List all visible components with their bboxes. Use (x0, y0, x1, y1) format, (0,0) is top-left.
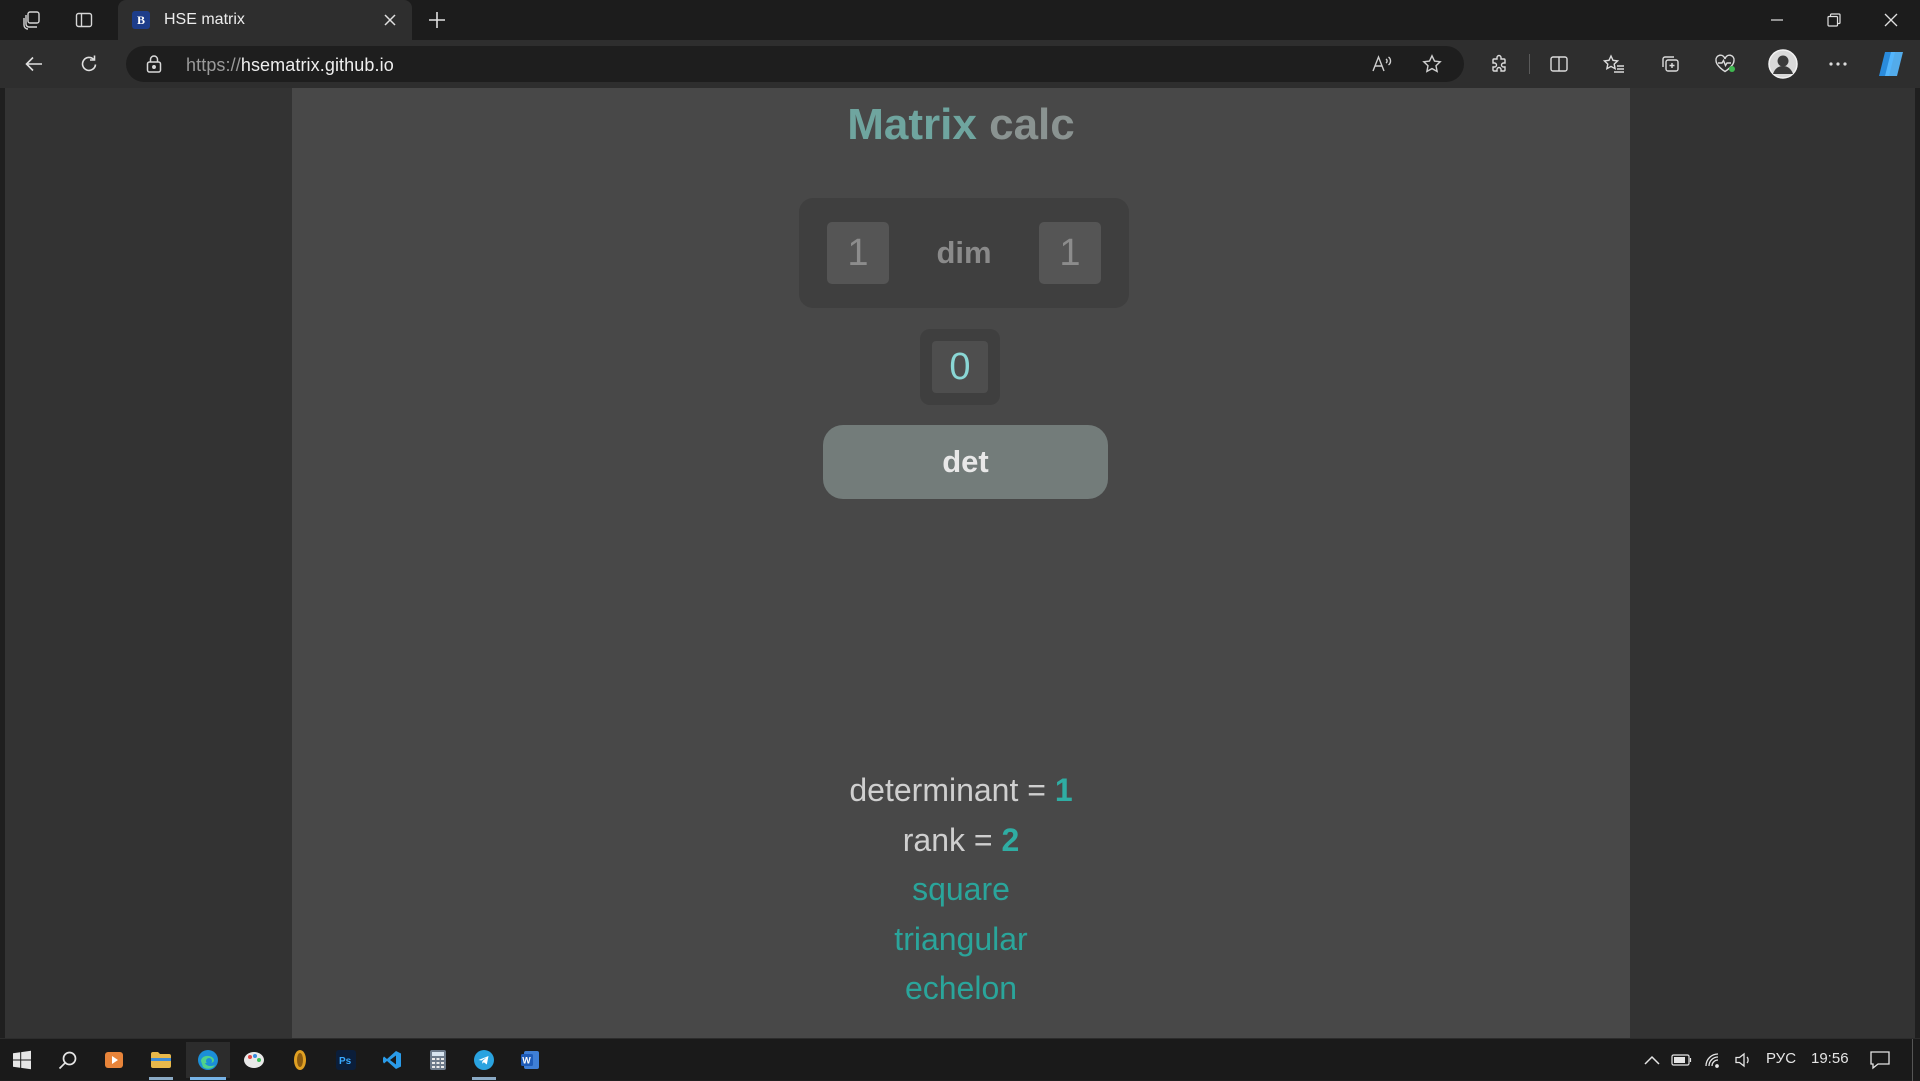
puzzle-icon[interactable] (1482, 46, 1518, 82)
url-scheme: https:// (186, 55, 241, 75)
address-bar[interactable]: https://hsematrix.github.io (126, 46, 1464, 82)
more-icon[interactable] (1820, 46, 1856, 82)
start-icon[interactable] (0, 1042, 44, 1078)
word-icon[interactable]: W (508, 1042, 552, 1078)
volume-icon[interactable] (1722, 1042, 1766, 1078)
rank-value: 2 (1001, 822, 1020, 858)
determinant-label: determinant = (849, 772, 1046, 808)
title-rest: calc (989, 100, 1075, 149)
title-accent: Matrix (847, 100, 977, 149)
close-window-icon[interactable] (1862, 0, 1920, 40)
paint-icon[interactable] (232, 1042, 276, 1078)
file-explorer-icon[interactable] (139, 1042, 183, 1080)
page-title: Matrix calc (292, 100, 1630, 150)
property-triangular: triangular (894, 921, 1028, 957)
det-button[interactable]: det (823, 425, 1108, 499)
photoshop-icon[interactable]: Ps (324, 1042, 368, 1078)
telegram-icon[interactable] (462, 1042, 506, 1080)
split-screen-icon[interactable] (1541, 46, 1577, 82)
edge-icon[interactable] (186, 1042, 230, 1080)
read-aloud-icon[interactable] (1366, 48, 1398, 80)
workspaces-icon[interactable] (14, 4, 50, 36)
rows-input[interactable]: 1 (827, 222, 889, 284)
dim-label: dim (936, 235, 992, 270)
close-icon[interactable] (376, 6, 404, 34)
notifications-icon[interactable] (1858, 1042, 1902, 1078)
browser-toolbar: https://hsematrix.github.io (0, 40, 1920, 88)
page-viewport: Matrix calc 1 dim 1 0 det determinant = … (5, 88, 1915, 1038)
calculator-icon[interactable] (416, 1042, 460, 1078)
tab-actions-icon[interactable] (66, 4, 102, 36)
property-square: square (912, 871, 1010, 907)
toolbar-divider (1529, 54, 1530, 74)
lock-icon[interactable] (146, 54, 162, 79)
dimension-panel: 1 dim 1 (799, 198, 1129, 308)
heart-pulse-icon[interactable] (1707, 46, 1743, 82)
taskbar: Ps W РУС 19:56 (0, 1038, 1920, 1081)
determinant-value: 1 (1054, 772, 1073, 808)
columns-input[interactable]: 1 (1039, 222, 1101, 284)
site-favicon-icon: В (132, 11, 150, 29)
matrix-cell-input[interactable]: 0 (932, 341, 988, 393)
tab-hse-matrix[interactable]: В HSE matrix (118, 0, 412, 40)
refresh-icon[interactable] (71, 46, 107, 82)
determinant-result: determinant = 1 (292, 772, 1630, 809)
back-arrow-icon[interactable] (16, 46, 52, 82)
plus-icon[interactable] (420, 4, 454, 36)
favorites-icon[interactable] (1596, 46, 1632, 82)
matrix-grid: 0 (920, 329, 1000, 405)
search-icon[interactable] (46, 1042, 90, 1078)
svg-text:W: W (522, 1056, 531, 1066)
tab-strip: В HSE matrix (0, 0, 1920, 40)
media-player-icon[interactable] (92, 1042, 136, 1078)
svg-text:Ps: Ps (339, 1056, 352, 1067)
avatar[interactable] (1765, 46, 1801, 82)
property-echelon: echelon (904, 970, 1018, 1006)
matrix-calc-app: Matrix calc 1 dim 1 0 det determinant = … (292, 88, 1630, 1038)
restore-icon[interactable] (1805, 0, 1863, 40)
rank-label: rank = (902, 822, 993, 858)
language-indicator[interactable]: РУС (1766, 1050, 1796, 1067)
url-text[interactable]: https://hsematrix.github.io (186, 55, 394, 76)
minimize-icon[interactable] (1748, 0, 1806, 40)
url-host: hsematrix.github.io (240, 55, 394, 75)
star-icon[interactable] (1416, 48, 1448, 80)
vscode-icon[interactable] (370, 1042, 414, 1078)
show-desktop-divider[interactable] (1912, 1039, 1913, 1081)
collections-icon[interactable] (1652, 46, 1688, 82)
rank-result: rank = 2 (292, 822, 1630, 859)
copilot-icon[interactable] (1874, 46, 1910, 82)
tab-title: HSE matrix (164, 11, 245, 28)
app-icon[interactable] (278, 1042, 322, 1078)
clock-time[interactable]: 19:56 (1811, 1050, 1849, 1067)
